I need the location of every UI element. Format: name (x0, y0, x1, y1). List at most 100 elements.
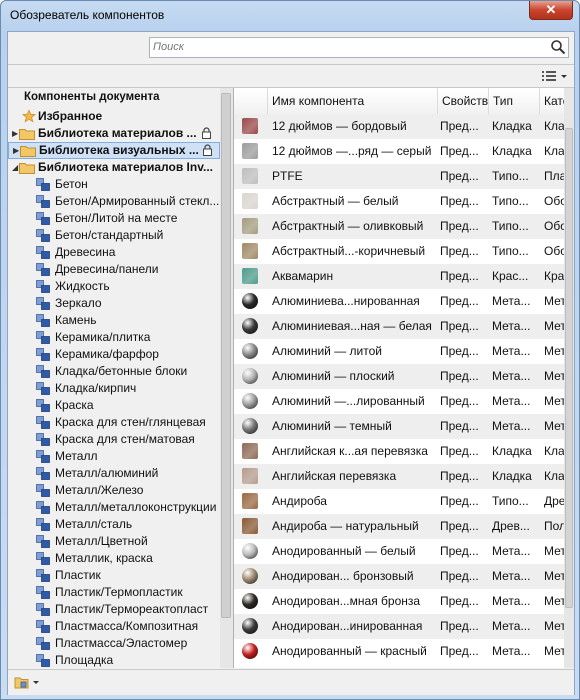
tree-scrollbar-thumb[interactable] (221, 93, 231, 618)
type-cell: Типо... (492, 219, 529, 233)
column-header-properties[interactable]: Свойств (438, 88, 489, 114)
table-scrollbar-thumb[interactable] (565, 128, 573, 608)
table-row[interactable]: Анодированный — красный Пред... Мета... Мет (234, 639, 566, 664)
column-header-name[interactable]: Имя компонента▲ (268, 88, 438, 114)
table-row[interactable]: Анодированный — белый Пред... Мета... Мет (234, 539, 566, 564)
category-cell: Мет (544, 419, 566, 433)
tree-item-category[interactable]: Металл (8, 448, 220, 465)
table-row[interactable]: Алюминиевая...ная — белая Пред... Мета... М… (234, 314, 566, 339)
properties-cell: Пред... (440, 169, 479, 183)
tree-item-category[interactable]: Металл/алюминий (8, 465, 220, 482)
table-row[interactable]: Аквамарин Пред... Крас... Кра (234, 264, 564, 289)
list-view-icon[interactable] (540, 67, 570, 85)
component-name-cell: Алюминий — темный (272, 419, 392, 433)
type-cell: Кладка (492, 144, 532, 158)
tree-item-category[interactable]: Бетон (8, 176, 220, 193)
tree-scrollbar[interactable] (220, 88, 233, 668)
tree-node-library-3[interactable]: ◢ Библиотека материалов Inv... (8, 159, 220, 176)
tree-item-label: Площадка (55, 653, 114, 667)
table-row[interactable]: Андироба Пред... Типо... Дре (234, 489, 565, 514)
tree-item-category[interactable]: Кладка/бетонные блоки (8, 363, 220, 380)
window-title: Обозреватель компонентов (10, 8, 165, 22)
tree-item-category[interactable]: Пластмасса/Композитная (8, 618, 220, 635)
search-box[interactable] (149, 37, 569, 58)
tree-item-category[interactable]: Древесина/панели (8, 261, 220, 278)
column-header-type[interactable]: Тип (489, 88, 540, 114)
properties-cell: Пред... (440, 369, 479, 383)
table-row[interactable]: Алюминиева...нированная Пред... Мета... Мет (234, 289, 566, 314)
component-name-cell: Андироба — натуральный (272, 519, 419, 533)
tree-item-category[interactable]: Площадка (8, 652, 220, 669)
tree-item-category[interactable]: Металл/Цветной (8, 533, 220, 550)
table-row[interactable]: Английская перевязка Пред... Кладка Кла (234, 464, 565, 489)
tree-item-category[interactable]: Бетон/Литой на месте (8, 210, 220, 227)
component-name-cell: Анодирован...инированная (272, 619, 423, 633)
tree-item-category[interactable]: Металл/сталь (8, 516, 220, 533)
folder-icon (19, 129, 35, 140)
tree-item-category[interactable]: Краска для стен/глянцевая (8, 414, 220, 431)
tree-item-category[interactable]: Пластмасса/Эластомер (8, 635, 220, 652)
tree-item-category[interactable]: Камень (8, 312, 220, 329)
category-cell: Кла (544, 469, 565, 483)
tree-item-label: Краска для стен/глянцевая (55, 415, 206, 429)
tree-item-category[interactable]: Краска (8, 397, 220, 414)
table-row[interactable]: Алюминий — литой Пред... Мета... Мет (234, 339, 566, 364)
tree-item-category[interactable]: Кладка/кирпич (8, 380, 220, 397)
category-cell: Обо (544, 244, 566, 258)
tree-item-category[interactable]: Керамика/плитка (8, 329, 220, 346)
properties-cell: Пред... (440, 619, 479, 633)
tree-item-category[interactable]: Керамика/фарфор (8, 346, 220, 363)
lock-icon (203, 144, 212, 156)
table-scrollbar[interactable] (564, 88, 574, 668)
table-row[interactable]: 12 дюймов —...ряд — серый Пред... Кладка Кл… (234, 139, 565, 164)
tree-node-favorites[interactable]: Избранное (8, 108, 220, 125)
library-manage-icon[interactable] (12, 673, 42, 691)
type-cell: Мета... (492, 569, 531, 583)
search-input[interactable] (153, 39, 543, 55)
tree-item-label: Камень (55, 313, 97, 327)
table-row[interactable]: Алюминий —...лированный Пред... Мета... Мет (234, 389, 566, 414)
tree-node-library-2[interactable]: ▶ Библиотека визуальных ... (8, 142, 220, 159)
material-library-icon (36, 212, 50, 225)
tree-item-category[interactable]: Пластик/Термопластик (8, 584, 220, 601)
table-row[interactable]: PTFE Пред... Типо... Пла (234, 164, 566, 189)
table-row[interactable]: Алюминий — темный Пред... Мета... Мет (234, 414, 566, 439)
tree-item-label: Пластмасса/Эластомер (55, 636, 188, 650)
material-swatch-icon (242, 218, 258, 234)
material-library-icon (36, 229, 50, 242)
column-header-swatch[interactable] (234, 88, 268, 114)
magnifier-icon[interactable] (550, 39, 566, 55)
tree-item-category[interactable]: Пластик (8, 567, 220, 584)
table-row[interactable]: Андироба — натуральный Пред... Древ... Пол (234, 514, 566, 539)
tree-item-category[interactable]: Пластик/Термореактопласт (8, 601, 220, 618)
type-cell: Мета... (492, 319, 531, 333)
table-row[interactable]: Анодирован...инированная Пред... Мета... Ме… (234, 614, 566, 639)
tree-item-category[interactable]: Жидкость (8, 278, 220, 295)
table-row[interactable]: Абстрактный — оливковый Пред... Типо... Обо (234, 214, 566, 239)
tree-item-label: Древесина/панели (55, 262, 159, 276)
tree-item-category[interactable]: Металл/металлоконструкции (8, 499, 220, 516)
tree-item-label: Металл/Цветной (55, 534, 148, 548)
table-row[interactable]: Английская к...ая перевязка Пред... Кладка… (234, 439, 565, 464)
tree-item-label: Кладка/бетонные блоки (55, 364, 188, 378)
table-row[interactable]: Алюминий — плоский Пред... Мета... Мет (234, 364, 566, 389)
material-library-icon (36, 450, 50, 463)
component-browser-window: Обозреватель компонентов ✕ Компоненты до… (0, 0, 580, 700)
table-row[interactable]: Анодирован... бронзовый Пред... Мета... Мет (234, 564, 566, 589)
tree-item-category[interactable]: Бетон/Армированный стекл... (8, 193, 220, 210)
tree-item-category[interactable]: Металлик, краска (8, 550, 220, 567)
table-row[interactable]: Анодирован...мная бронза Пред... Мета... Ме… (234, 589, 566, 614)
tree-item-category[interactable]: Бетон/стандартный (8, 227, 220, 244)
tree-item-category[interactable]: Краска для стен/матовая (8, 431, 220, 448)
table-row[interactable]: Абстрактный...-коричневый Пред... Типо... О… (234, 239, 566, 264)
tree-item-category[interactable]: Зеркало (8, 295, 220, 312)
material-swatch-icon (242, 618, 258, 634)
tree-item-category[interactable]: Металл/Железо (8, 482, 220, 499)
tree-item-category[interactable]: Древесина (8, 244, 220, 261)
tree-item-label: Зеркало (55, 296, 102, 310)
table-row[interactable]: Абстрактный — белый Пред... Типо... Обо (234, 189, 566, 214)
tree-node-label: Библиотека материалов Inv... (38, 160, 213, 174)
tree-node-library-1[interactable]: ▶ Библиотека материалов ... (8, 125, 220, 142)
close-button[interactable]: ✕ (529, 1, 573, 20)
table-row[interactable]: 12 дюймов — бордовый Пред... Кладка Кла (234, 114, 565, 139)
